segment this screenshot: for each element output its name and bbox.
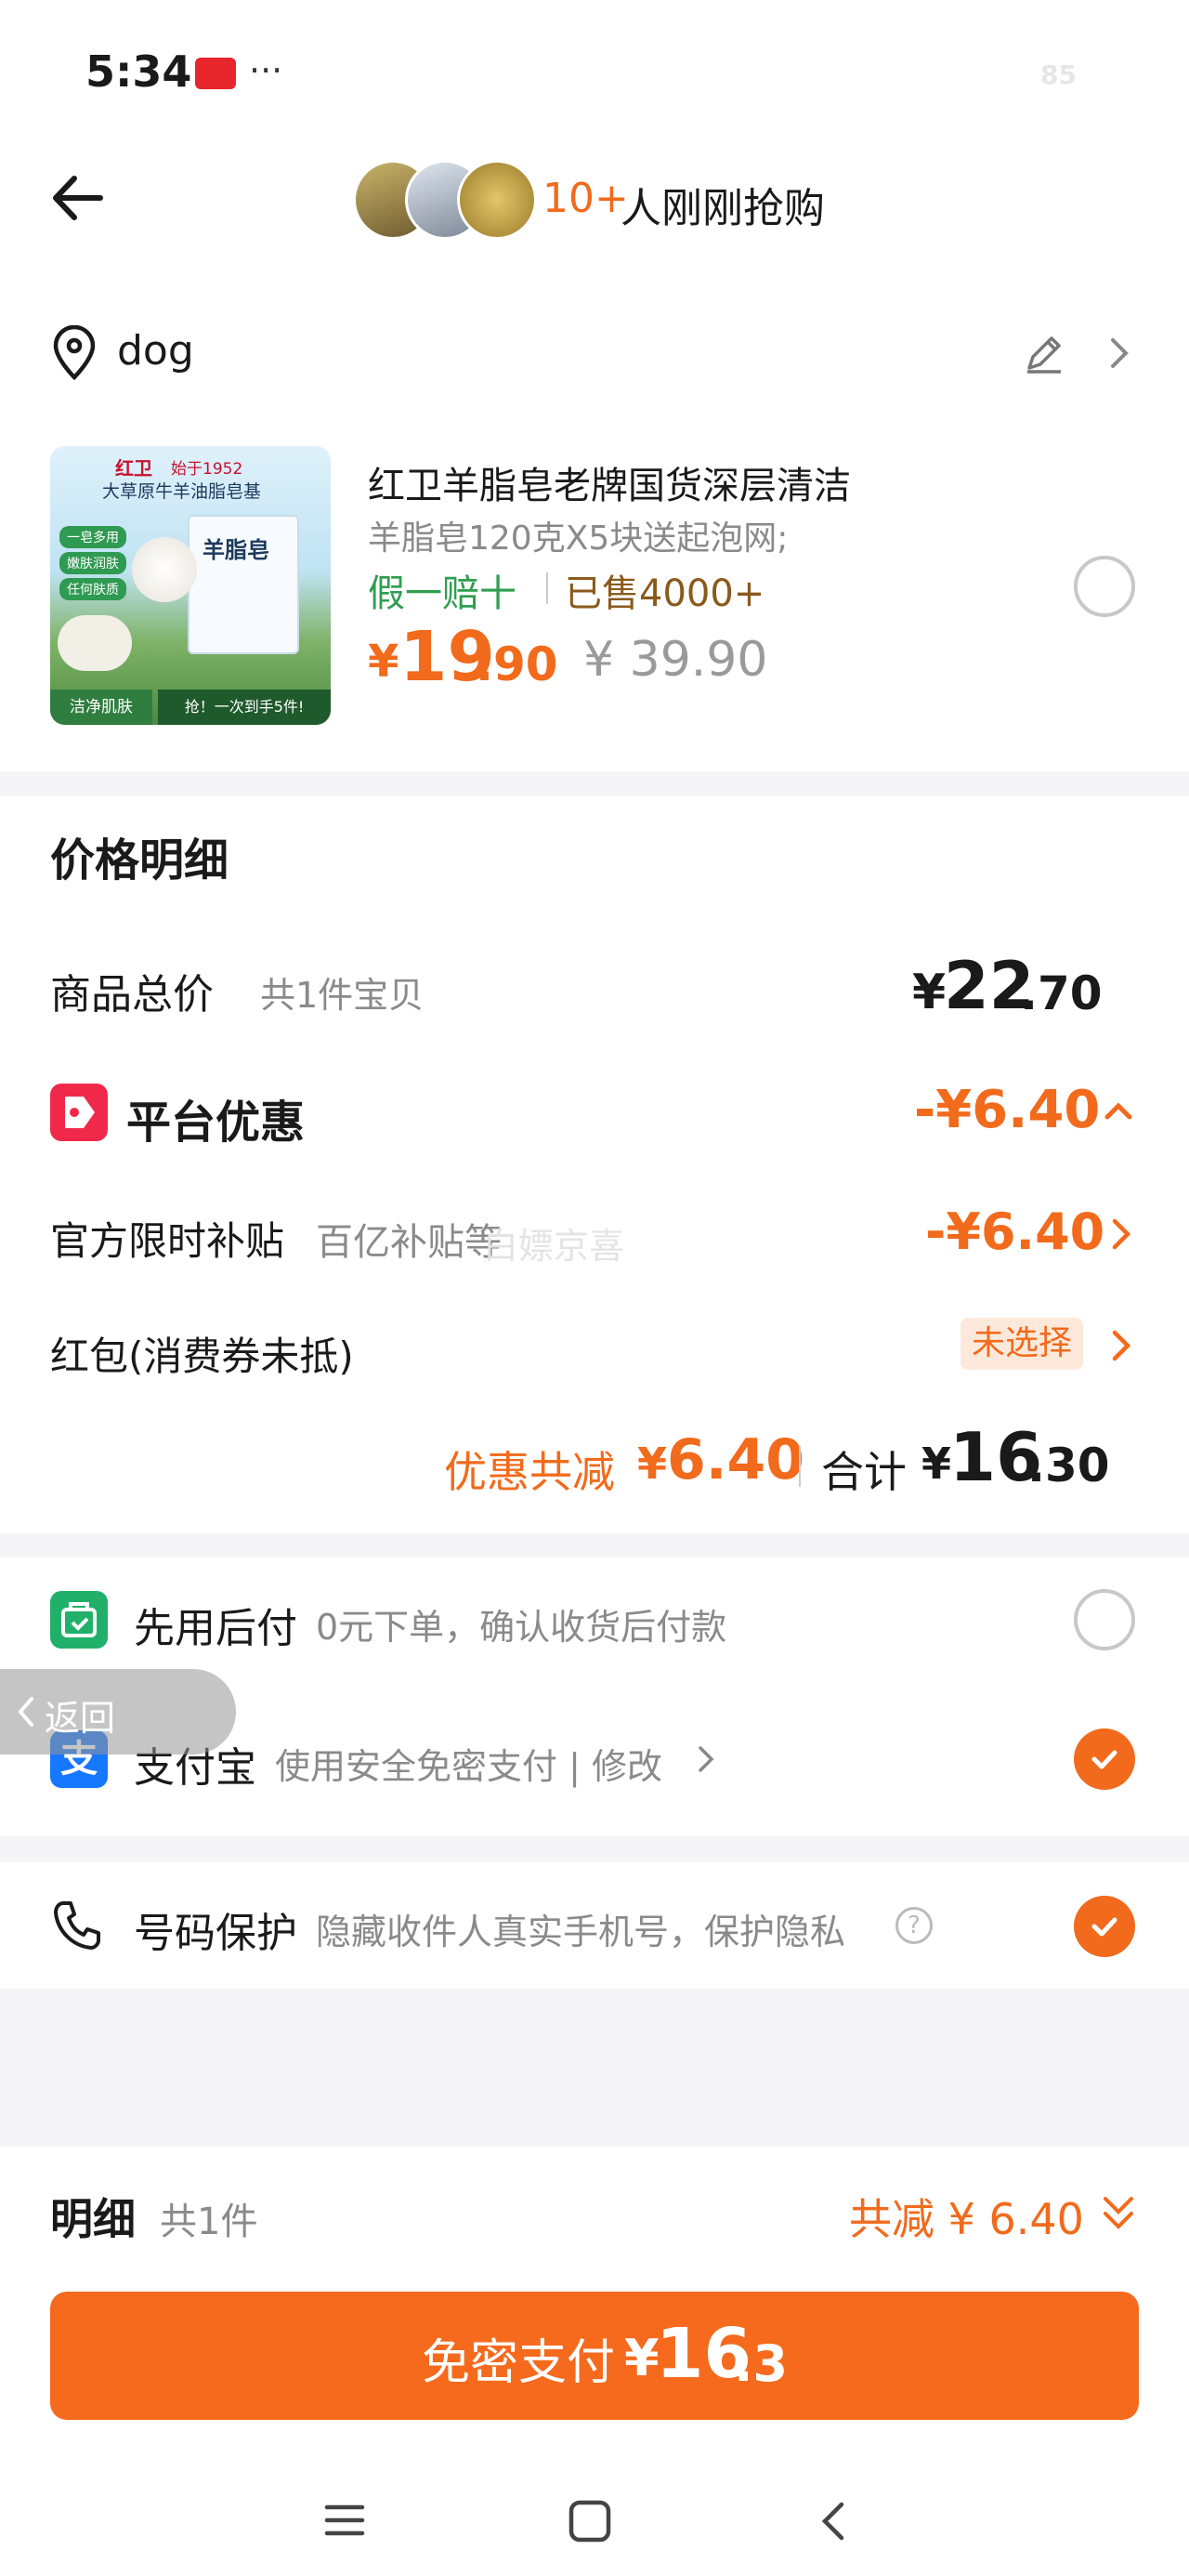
status-dots: ··· [249,50,283,91]
subsidy-value[interactable]: -¥6.40 [925,1203,1104,1261]
pay-later-icon [50,1591,108,1649]
pay-button[interactable]: 免密支付 ¥16.3 [50,2292,1139,2420]
sum-label: 合计 [821,1447,907,1497]
image-bottom-right: 抢！一次到手5件! [158,690,331,725]
alipay-radio-checked[interactable] [1074,1728,1135,1790]
address-row[interactable]: dog [0,297,1189,418]
avatar [457,160,537,240]
floating-back-label: 返回 [45,1698,116,1739]
total-count: 共1件宝贝 [260,975,425,1016]
image-tag: 任何肤质 [59,578,126,600]
pay-later-label: 先用后付 [134,1605,297,1652]
guarantee-label: 假一赔十 [368,572,516,615]
image-tag: 嫩肤润肤 [59,552,126,574]
double-chevron-down-icon[interactable] [1100,2193,1137,2234]
help-icon[interactable]: ? [895,1907,933,1944]
product-image: 红卫 始于1952 大草原牛羊油脂皂基 一皂多用 嫩肤润肤 任何肤质 羊脂皂 洁… [50,446,331,725]
chevron-right-icon[interactable] [695,1743,717,1775]
subsidy-label: 官方限时补贴 [50,1218,285,1264]
image-bottom-left: 洁净肌肤 [50,690,152,725]
divider [546,572,548,604]
image-tag: 一皂多用 [59,526,126,548]
sum-symbol: ¥ [921,1439,952,1489]
subsidy-sub: 百亿补贴等 [316,1221,502,1264]
location-pin-icon [50,325,98,381]
floating-back-button[interactable]: 返回 [0,1669,236,1755]
sold-count: 已售4000+ [565,572,765,615]
discount-label: 优惠共减 [444,1447,615,1497]
phone-icon [50,1898,104,1952]
avatar-group [353,158,537,242]
soap-box-label: 羊脂皂 [203,537,269,563]
status-time: 5:34 [85,46,192,97]
detail-discount[interactable]: 共减 ¥ 6.40 [849,2186,1084,2247]
bottom-bar: 明细 共1件 共减 ¥ 6.40 免密支付 ¥16.3 [0,2147,1189,2576]
chevron-right-icon[interactable] [1107,1327,1135,1364]
total-dec: .70 [1020,966,1103,1020]
sheep-illustration [58,615,132,671]
top-header: 10+ 人刚刚抢购 [0,139,1189,297]
privacy-card: 号码保护 隐藏收件人真实手机号，保护隐私 ? [0,1862,1189,1989]
edit-pencil-icon[interactable] [1022,331,1066,375]
privacy-radio-checked[interactable] [1074,1896,1135,1957]
pay-button-label: 免密支付 [422,2335,616,2391]
discount-symbol: ¥ [637,1439,668,1489]
privacy-desc: 隐藏收件人真实手机号，保护隐私 [316,1912,846,1952]
pay-later-desc: 0元下单，确认收货后付款 [316,1607,727,1648]
detail-label: 明细 [50,2194,136,2244]
total-symbol: ¥ [912,965,947,1020]
product-select-radio[interactable] [1074,556,1135,617]
discount-value: 6.40 [667,1427,805,1492]
chevron-up-icon[interactable] [1102,1095,1135,1128]
platform-tag-icon [50,1084,108,1141]
nav-home-icon[interactable] [567,2498,613,2544]
platform-label: 平台优惠 [126,1097,306,1149]
buyer-label: 人刚刚抢购 [621,185,825,232]
pay-button-dec: .3 [734,2334,789,2393]
back-arrow-icon[interactable] [46,165,111,230]
soap-box: 羊脂皂 [188,515,299,654]
sum-dec: .30 [1027,1439,1110,1492]
platform-value[interactable]: -¥6.40 [914,1080,1100,1140]
nav-back-icon[interactable] [817,2500,849,2543]
status-bar: 5:34 ··· 85 [0,0,1189,139]
soap-bar [132,537,197,602]
chevron-left-icon [15,1695,37,1728]
product-title: 红卫羊脂皂老牌国货深层清洁 [368,465,851,507]
price-detail-title: 价格明细 [50,835,229,887]
detail-count: 共1件 [160,2201,258,2243]
redpacket-badge[interactable]: 未选择 [960,1318,1084,1370]
chevron-right-icon[interactable] [1107,1216,1135,1253]
product-spec: 羊脂皂120克X5块送起泡网; [368,519,789,558]
image-since: 始于1952 [171,460,243,479]
pay-later-radio[interactable] [1074,1589,1135,1650]
original-price: ¥ 39.90 [583,632,768,688]
app-badge-icon [195,58,236,89]
redpacket-label: 红包(消费券未抵) [50,1334,354,1379]
buyer-count: 10+ [542,175,629,222]
total-label: 商品总价 [50,971,214,1019]
divider [799,1446,801,1487]
pay-button-symbol: ¥ [624,2329,660,2387]
product-card[interactable]: 红卫 始于1952 大草原牛羊油脂皂基 一皂多用 嫩肤润肤 任何肤质 羊脂皂 洁… [0,418,1189,771]
price-symbol: ¥ [368,636,399,688]
image-brand: 红卫 [115,457,152,480]
address-name: dog [117,327,194,375]
nav-menu-icon[interactable] [323,2502,366,2539]
price-dec: .90 [476,637,558,691]
chevron-right-icon[interactable] [1105,335,1133,372]
alipay-desc[interactable]: 使用安全免密支付 | 修改 [275,1738,662,1789]
battery-level: 85 [1040,59,1077,90]
image-headline: 大草原牛羊油脂皂基 [102,481,262,502]
price-detail-card: 价格明细 商品总价 共1件宝贝 ¥ 22 .70 平台优惠 -¥6.40 官方限… [0,795,1189,1533]
watermark-text: 白嫖京喜 [483,1226,625,1267]
privacy-label: 号码保护 [134,1910,297,1957]
